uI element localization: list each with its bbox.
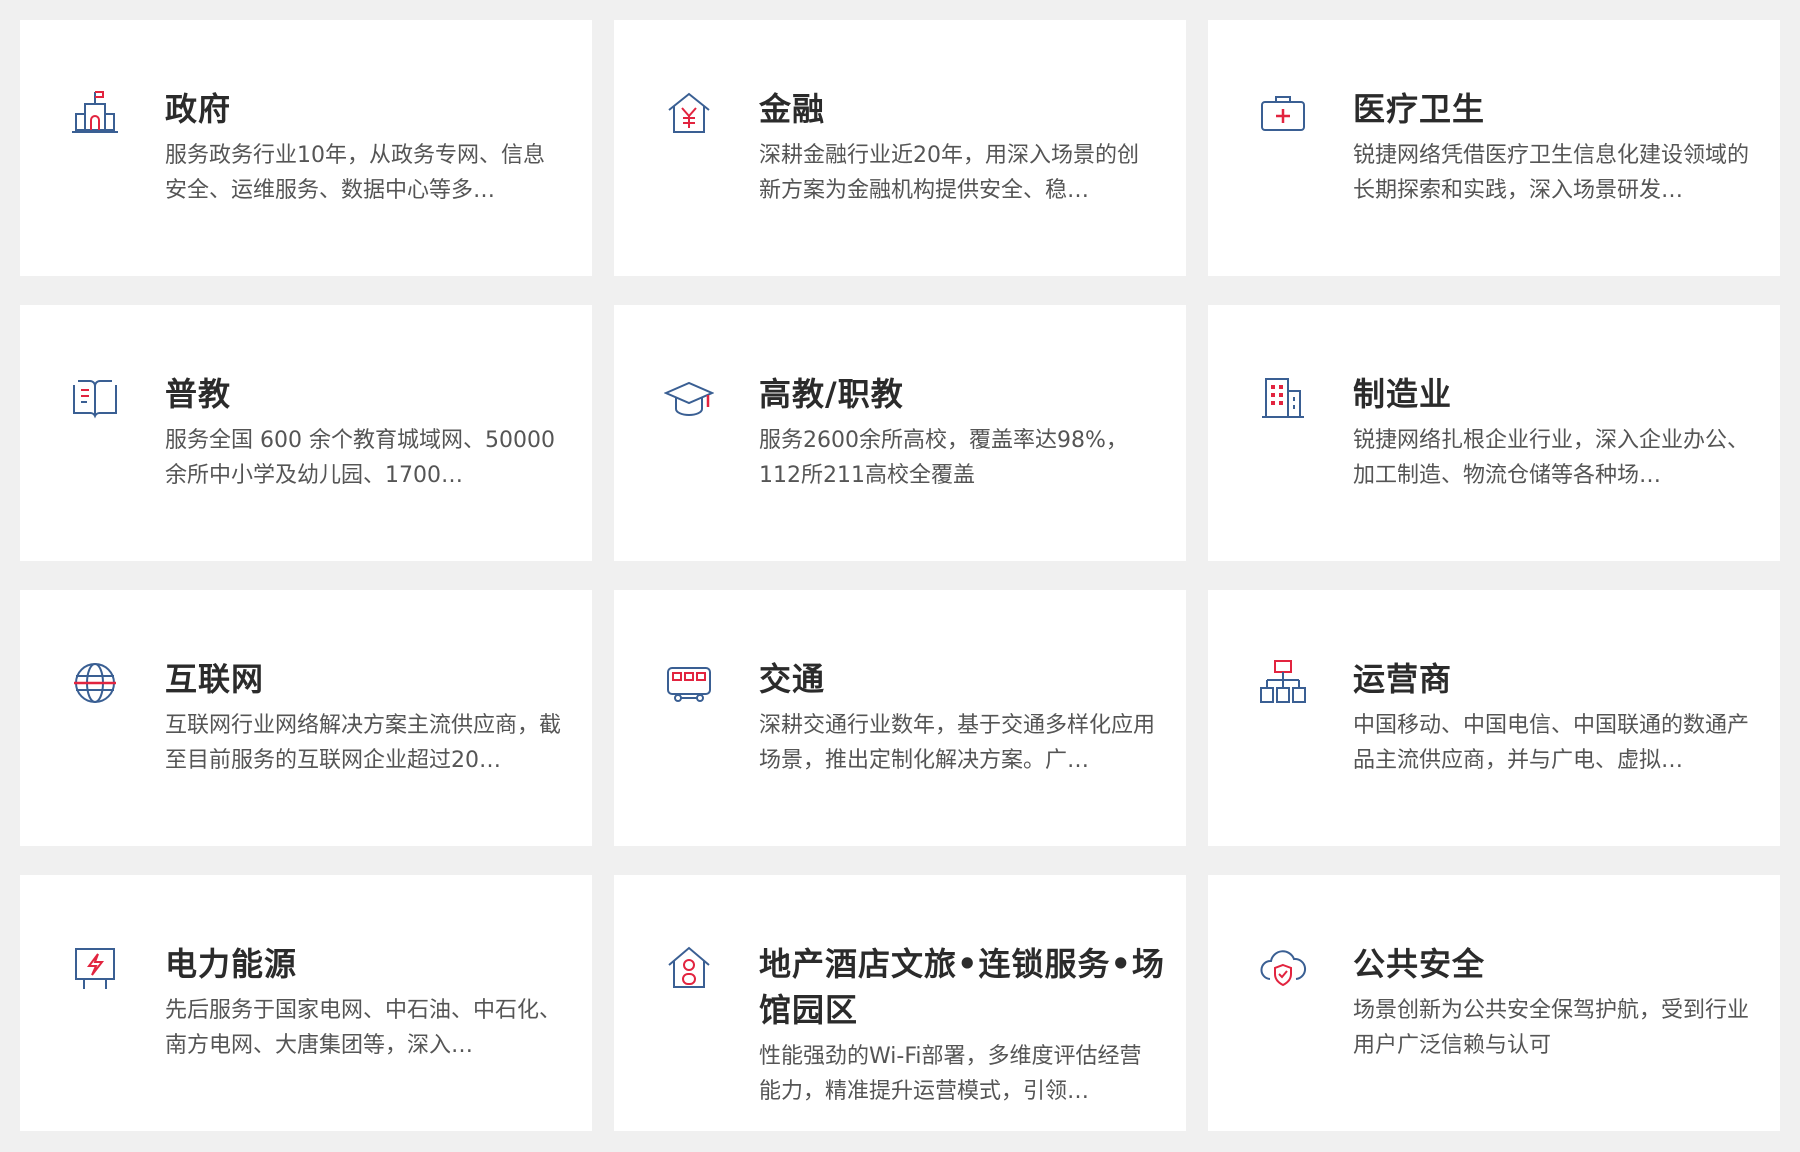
card-title: 高教/职教: [759, 375, 904, 413]
card-title: 交通: [759, 660, 826, 698]
card-title: 普教: [165, 375, 232, 413]
industry-card-medical[interactable]: 医疗卫生 锐捷网络凭借医疗卫生信息化建设领域的长期探索和实践，深入场景研发…: [1208, 20, 1780, 276]
finance-yuan-house-icon: [664, 88, 714, 138]
card-description: 互联网行业网络解决方案主流供应商，截至目前服务的互联网企业超过20…: [165, 713, 562, 773]
industry-card-public-safety[interactable]: 公共安全 场景创新为公共安全保驾护航，受到行业用户广泛信赖与认可: [1208, 875, 1780, 1131]
card-title: 医疗卫生: [1353, 90, 1486, 128]
card-description: 场景创新为公共安全保驾护航，受到行业用户广泛信赖与认可: [1353, 998, 1750, 1058]
card-title: 公共安全: [1353, 945, 1486, 983]
industry-card-real-estate-hospitality[interactable]: 地产酒店文旅•连锁服务•场馆园区 性能强劲的Wi-Fi部署，多维度评估经营能力，…: [614, 875, 1186, 1131]
industry-grid: 政府 服务政务行业10年，从政务专网、信息安全、运维服务、数据中心等多… 金融 …: [20, 20, 1780, 1132]
card-description: 深耕交通行业数年，基于交通多样化应用场景，推出定制化解决方案。广…: [759, 713, 1156, 773]
card-description: 服务全国 600 余个教育城域网、50000余所中小学及幼儿园、1700…: [165, 428, 555, 488]
industry-card-power-energy[interactable]: 电力能源 先后服务于国家电网、中石油、中石化、南方电网、大唐集团等，深入…: [20, 875, 592, 1131]
card-title: 政府: [165, 90, 232, 128]
industry-card-internet[interactable]: 互联网 互联网行业网络解决方案主流供应商，截至目前服务的互联网企业超过20…: [20, 590, 592, 846]
industry-card-manufacturing[interactable]: 制造业 锐捷网络扎根企业行业，深入企业办公、加工制造、物流仓储等各种场…: [1208, 305, 1780, 561]
card-title: 制造业: [1353, 375, 1453, 413]
cloud-shield-icon: [1258, 943, 1308, 993]
card-title: 地产酒店文旅•连锁服务•场馆园区: [759, 945, 1165, 1029]
government-building-icon: [70, 88, 120, 138]
bus-icon: [664, 658, 714, 708]
open-book-icon: [70, 373, 120, 423]
power-lightning-board-icon: [70, 943, 120, 993]
industry-card-finance[interactable]: 金融 深耕金融行业近20年，用深入场景的创新方案为金融机构提供安全、稳…: [614, 20, 1186, 276]
factory-building-icon: [1258, 373, 1308, 423]
card-description: 先后服务于国家电网、中石油、中石化、南方电网、大唐集团等，深入…: [165, 998, 562, 1058]
industry-card-k12-education[interactable]: 普教 服务全国 600 余个教育城域网、50000余所中小学及幼儿园、1700…: [20, 305, 592, 561]
card-description: 锐捷网络凭借医疗卫生信息化建设领域的长期探索和实践，深入场景研发…: [1353, 143, 1750, 203]
card-description: 服务政务行业10年，从政务专网、信息安全、运维服务、数据中心等多…: [165, 143, 545, 203]
industry-card-higher-education[interactable]: 高教/职教 服务2600余所高校，覆盖率达98%，112所211高校全覆盖: [614, 305, 1186, 561]
medical-kit-icon: [1258, 88, 1308, 138]
card-description: 中国移动、中国电信、中国联通的数通产品主流供应商，并与广电、虚拟…: [1353, 713, 1750, 773]
card-description: 服务2600余所高校，覆盖率达98%，112所211高校全覆盖: [759, 428, 1128, 488]
card-title: 运营商: [1353, 660, 1453, 698]
industry-card-government[interactable]: 政府 服务政务行业10年，从政务专网、信息安全、运维服务、数据中心等多…: [20, 20, 592, 276]
card-description: 锐捷网络扎根企业行业，深入企业办公、加工制造、物流仓储等各种场…: [1353, 428, 1750, 488]
card-title: 金融: [759, 90, 826, 128]
industry-card-carrier[interactable]: 运营商 中国移动、中国电信、中国联通的数通产品主流供应商，并与广电、虚拟…: [1208, 590, 1780, 846]
house-location-icon: [664, 943, 714, 993]
card-title: 互联网: [165, 660, 265, 698]
globe-icon: [70, 658, 120, 708]
industry-card-transport[interactable]: 交通 深耕交通行业数年，基于交通多样化应用场景，推出定制化解决方案。广…: [614, 590, 1186, 846]
card-title: 电力能源: [165, 945, 298, 983]
graduation-cap-icon: [664, 373, 714, 423]
card-description: 性能强劲的Wi-Fi部署，多维度评估经营能力，精准提升运营模式，引领…: [759, 1044, 1142, 1104]
card-description: 深耕金融行业近20年，用深入场景的创新方案为金融机构提供安全、稳…: [759, 143, 1139, 203]
network-hierarchy-icon: [1258, 658, 1308, 708]
